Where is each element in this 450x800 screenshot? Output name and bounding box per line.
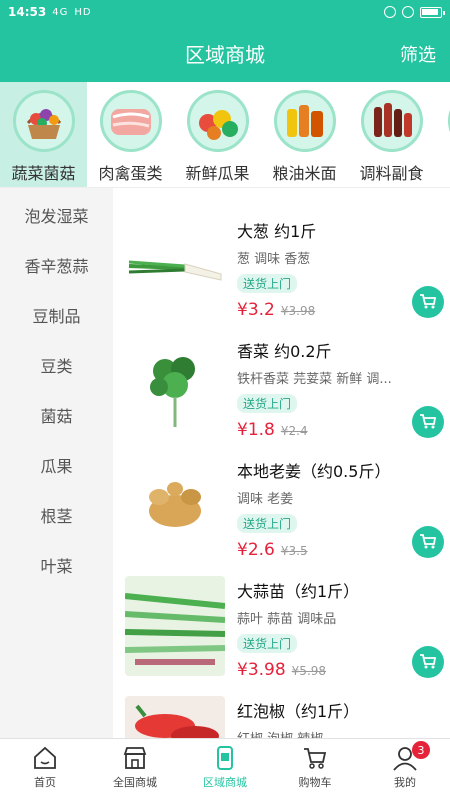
category-label: 调料副食 xyxy=(359,164,424,183)
category-label: 肉禽蛋类 xyxy=(98,164,163,183)
category-meat[interactable]: 肉禽蛋类 xyxy=(87,82,174,187)
app-screen: 14:53 4G HD 区域商城 筛选 蔬菜菌菇 肉禽蛋类 新鲜瓜果 粮油米面 … xyxy=(0,0,450,800)
sidebar-item[interactable]: 根茎 xyxy=(0,490,113,540)
nav-label: 全国商城 xyxy=(113,776,157,789)
nav-national-mall[interactable]: 全国商城 xyxy=(90,739,180,800)
product-name: 本地老姜（约0.5斤） xyxy=(237,462,391,481)
fruit-icon xyxy=(186,90,249,152)
lock-icon xyxy=(384,6,396,18)
product-image xyxy=(125,456,225,556)
nav-home[interactable]: 首页 xyxy=(0,739,90,800)
product-image xyxy=(125,216,225,316)
bottom-nav: 首页 全国商城 区域商城 购物车 我的 3 xyxy=(0,738,450,800)
delivery-tag: 送货上门 xyxy=(237,394,298,413)
page-title: 区域商城 xyxy=(185,42,265,67)
nav-label: 购物车 xyxy=(298,776,332,789)
product-card[interactable]: 大葱 约1斤 葱 调味 香葱 送货上门 ¥3.2 ¥3.98 xyxy=(113,188,450,320)
status-bar: 14:53 4G HD xyxy=(0,0,450,24)
product-image xyxy=(125,696,225,738)
delivery-tag: 送货上门 xyxy=(237,634,298,653)
category-fruit[interactable]: 新鲜瓜果 xyxy=(174,82,261,187)
product-desc: 蒜叶 蒜苗 调味品 xyxy=(237,612,337,627)
battery-icon xyxy=(420,6,445,18)
meat-icon xyxy=(99,90,162,152)
category-label: 粮油米面 xyxy=(272,164,337,183)
product-name: 香菜 约0.2斤 xyxy=(237,342,332,361)
product-list: 大葱 约1斤 葱 调味 香葱 送货上门 ¥3.2 ¥3.98 香菜 约0.2斤 铁… xyxy=(113,188,450,738)
sidebar-item[interactable]: 豆制品 xyxy=(0,290,113,340)
category-drinks[interactable]: 酒 xyxy=(435,82,450,187)
status-time: 14:53 xyxy=(8,5,47,19)
product-name: 大蒜苗（约1斤） xyxy=(237,582,360,601)
nav-cart[interactable]: 购物车 xyxy=(270,739,360,800)
top-bar: 区域商城 筛选 xyxy=(0,24,450,82)
oil-grain-icon xyxy=(273,90,336,152)
product-card[interactable]: 本地老姜（约0.5斤） 调味 老姜 送货上门 ¥2.6 ¥3.5 xyxy=(113,428,450,560)
subcategory-sidebar: 泡发湿菜 香辛葱蒜 豆制品 豆类 菌菇 瓜果 根茎 叶菜 xyxy=(0,188,113,738)
filter-button[interactable]: 筛选 xyxy=(400,41,436,67)
category-strip: 蔬菜菌菇 肉禽蛋类 新鲜瓜果 粮油米面 调料副食 xyxy=(0,82,450,188)
product-name: 红泡椒（约1斤） xyxy=(237,702,360,721)
product-card[interactable]: 大蒜苗（约1斤） 蒜叶 蒜苗 调味品 送货上门 ¥3.98 ¥5.98 xyxy=(113,548,450,680)
nav-label: 我的 xyxy=(394,776,416,789)
product-image xyxy=(125,576,225,676)
wifi-icon: HD xyxy=(74,6,92,18)
nav-label: 区域商城 xyxy=(203,776,247,789)
vegetable-basket-icon xyxy=(12,90,75,152)
product-card[interactable]: 红泡椒（约1斤） 红椒 泡椒 辣椒 xyxy=(113,668,450,738)
sidebar-item[interactable]: 泡发湿菜 xyxy=(0,190,113,240)
category-vegetables[interactable]: 蔬菜菌菇 xyxy=(0,82,87,187)
product-image xyxy=(125,336,225,436)
store-icon xyxy=(123,747,147,769)
product-desc: 葱 调味 香葱 xyxy=(237,252,311,267)
category-grain-oil[interactable]: 粮油米面 xyxy=(261,82,348,187)
category-label: 蔬菜菌菇 xyxy=(11,164,76,183)
sidebar-item[interactable]: 瓜果 xyxy=(0,440,113,490)
nav-regional-mall[interactable]: 区域商城 xyxy=(180,739,270,800)
alarm-icon xyxy=(402,6,414,18)
nav-label: 首页 xyxy=(34,776,56,789)
product-desc: 铁杆香菜 芫荽菜 新鲜 调... xyxy=(237,372,392,387)
sidebar-item[interactable]: 豆类 xyxy=(0,340,113,390)
product-name: 大葱 约1斤 xyxy=(237,222,317,241)
sidebar-item[interactable]: 香辛葱蒜 xyxy=(0,240,113,290)
home-icon xyxy=(34,746,56,769)
nav-profile[interactable]: 我的 3 xyxy=(360,739,450,800)
seasoning-icon xyxy=(360,90,423,152)
product-card[interactable]: 香菜 约0.2斤 铁杆香菜 芫荽菜 新鲜 调... 送货上门 ¥1.8 ¥2.4 xyxy=(113,308,450,440)
cart-icon xyxy=(304,748,327,769)
category-label: 新鲜瓜果 xyxy=(185,164,250,183)
signal-icon: 4G xyxy=(52,6,69,18)
product-desc: 调味 老姜 xyxy=(237,492,294,507)
product-desc: 红椒 泡椒 辣椒 xyxy=(237,728,323,738)
delivery-tag: 送货上门 xyxy=(237,514,298,533)
notification-badge: 3 xyxy=(412,741,430,759)
phone-shop-icon xyxy=(217,746,233,770)
category-seasoning[interactable]: 调料副食 xyxy=(348,82,435,187)
delivery-tag: 送货上门 xyxy=(237,274,298,293)
sidebar-item[interactable]: 叶菜 xyxy=(0,540,113,590)
sidebar-item[interactable]: 菌菇 xyxy=(0,390,113,440)
